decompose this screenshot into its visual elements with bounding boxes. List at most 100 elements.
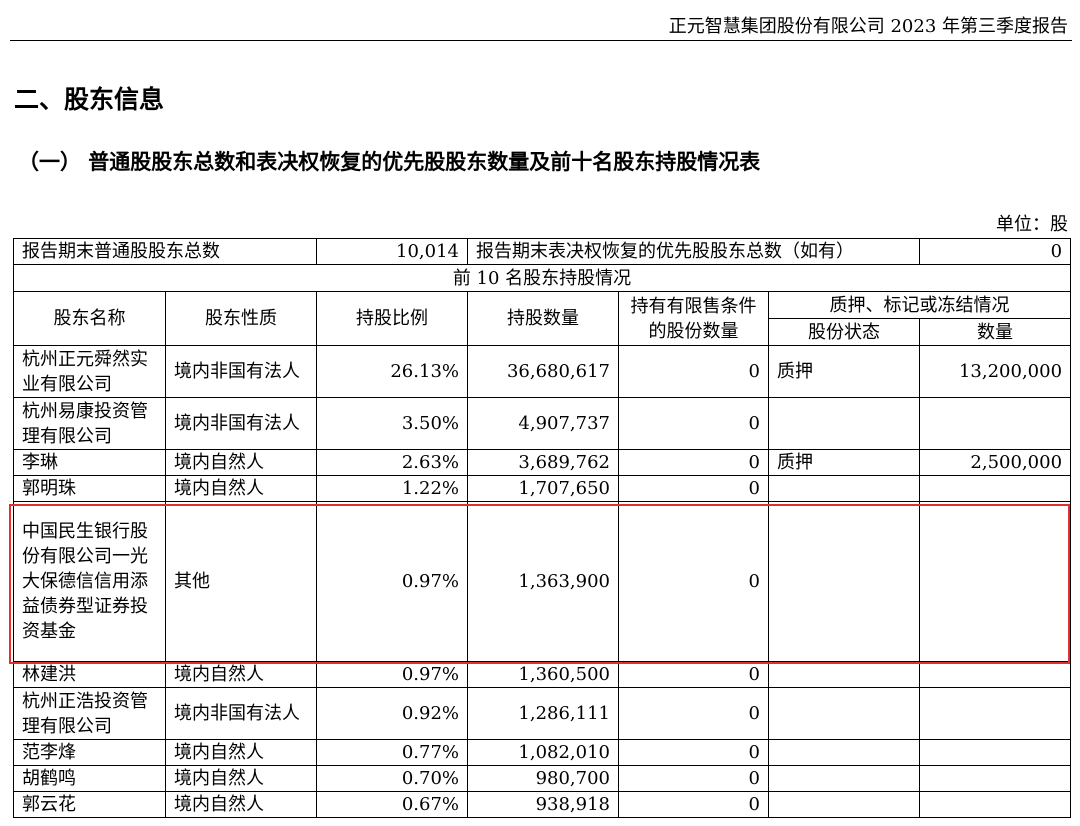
shareholder-nature: 境内自然人 — [165, 765, 317, 792]
holding-shares: 36,680,617 — [467, 345, 619, 398]
holding-shares: 1,363,900 — [467, 501, 619, 662]
shareholder-name: 郭云花 — [13, 791, 166, 818]
shareholder-nature: 其他 — [165, 501, 317, 662]
shareholder-name: 郭明珠 — [13, 475, 166, 502]
header-divider — [10, 40, 1072, 41]
restricted-shares: 0 — [618, 345, 769, 398]
holding-shares: 938,918 — [467, 791, 619, 818]
holding-ratio: 0.92% — [316, 687, 468, 740]
restricted-shares: 0 — [618, 765, 769, 792]
pledge-quantity — [919, 661, 1072, 688]
shareholder-nature: 境内自然人 — [165, 739, 317, 766]
table-row: 李琳 境内自然人 2.63% 3,689,762 0 质押 2,500,000 — [13, 449, 1072, 476]
holding-ratio: 0.97% — [316, 501, 468, 662]
pref-holders-label: 报告期末表决权恢复的优先股股东总数（如有） — [466, 238, 921, 265]
holding-ratio: 0.70% — [316, 765, 468, 792]
holding-shares: 980,700 — [467, 765, 619, 792]
table-row: 杭州正浩投资管理有限公司 境内非国有法人 0.92% 1,286,111 0 — [13, 687, 1072, 740]
shareholder-name: 中国民生银行股份有限公司一光大保德信信用添益债券型证券投资基金 — [13, 501, 166, 662]
pledge-status — [767, 475, 921, 502]
header-row-1: 股东名称 股东性质 持股比例 持股数量 持有有限售条件的股份数量 质押、标记或冻… — [13, 291, 1072, 346]
shareholder-name: 林建洪 — [13, 661, 166, 688]
holding-ratio: 2.63% — [316, 449, 468, 476]
report-header: 正元智慧集团股份有限公司 2023 年第三季度报告 — [668, 16, 1068, 37]
restricted-shares: 0 — [618, 739, 769, 766]
pref-holders-value: 0 — [919, 238, 1072, 265]
restricted-shares: 0 — [618, 397, 769, 450]
shareholder-nature: 境内自然人 — [165, 791, 317, 818]
pledge-status — [767, 739, 921, 766]
summary-row: 报告期末普通股股东总数 10,014 报告期末表决权恢复的优先股股东总数（如有）… — [13, 238, 1072, 265]
holding-shares: 4,907,737 — [467, 397, 619, 450]
shareholder-name: 杭州易康投资管理有限公司 — [13, 397, 166, 450]
pledge-quantity: 2,500,000 — [919, 449, 1072, 476]
table-row: 中国民生银行股份有限公司一光大保德信信用添益债券型证券投资基金 其他 0.97% 1,… — [13, 501, 1072, 662]
restricted-shares: 0 — [618, 661, 769, 688]
table-row: 郭明珠 境内自然人 1.22% 1,707,650 0 — [13, 475, 1072, 502]
shareholder-nature: 境内非国有法人 — [165, 687, 317, 740]
shareholder-name: 胡鹤鸣 — [13, 765, 166, 792]
top10-title-row: 前 10 名股东持股情况 — [12, 264, 1072, 292]
holding-shares: 1,707,650 — [467, 475, 619, 502]
restricted-shares: 0 — [618, 687, 769, 740]
col-header-shares: 持股数量 — [467, 291, 619, 346]
top10-title: 前 10 名股东持股情况 — [12, 264, 1072, 292]
holding-shares: 3,689,762 — [467, 449, 619, 476]
common-holders-value: 10,014 — [316, 238, 468, 265]
shareholder-nature: 境内自然人 — [165, 475, 317, 502]
holding-ratio: 3.50% — [316, 397, 468, 450]
pledge-status — [767, 791, 921, 818]
shareholder-name: 杭州正浩投资管理有限公司 — [13, 687, 166, 740]
pledge-status — [767, 397, 921, 450]
pledge-status — [767, 661, 921, 688]
shareholder-nature: 境内自然人 — [165, 661, 317, 688]
shareholder-name: 李琳 — [13, 449, 166, 476]
table-row: 杭州正元舜然实业有限公司 境内非国有法人 26.13% 36,680,617 0 质押 13… — [13, 345, 1072, 398]
pledge-quantity — [919, 791, 1072, 818]
holding-ratio: 0.97% — [316, 661, 468, 688]
unit-label: 单位：股 — [996, 214, 1068, 235]
holding-shares: 1,286,111 — [467, 687, 619, 740]
col-header-ratio: 持股比例 — [316, 291, 468, 346]
pledge-quantity — [919, 687, 1072, 740]
holding-ratio: 1.22% — [316, 475, 468, 502]
pledge-status — [767, 687, 921, 740]
shareholder-name: 范李烽 — [13, 739, 166, 766]
table-row: 杭州易康投资管理有限公司 境内非国有法人 3.50% 4,907,737 0 — [13, 397, 1072, 450]
holding-shares: 1,082,010 — [467, 739, 619, 766]
col-header-restricted: 持有有限售条件的股份数量 — [618, 291, 769, 346]
pledge-status — [767, 501, 921, 662]
col-header-pledge-status: 股份状态 — [767, 318, 921, 346]
col-header-name: 股东名称 — [13, 291, 166, 346]
shareholder-nature: 境内自然人 — [165, 449, 317, 476]
subsection-title: （一） 普通股股东总数和表决权恢复的优先股股东数量及前十名股东持股情况表 — [18, 149, 761, 174]
pledge-quantity — [919, 475, 1072, 502]
shareholder-name: 杭州正元舜然实业有限公司 — [13, 345, 166, 398]
pledge-status — [767, 765, 921, 792]
pledge-status: 质押 — [767, 449, 921, 476]
holding-ratio: 0.67% — [316, 791, 468, 818]
table-row: 范李烽 境内自然人 0.77% 1,082,010 0 — [13, 739, 1072, 766]
table-row: 林建洪 境内自然人 0.97% 1,360,500 0 — [13, 661, 1072, 688]
pledge-quantity — [919, 397, 1072, 450]
restricted-shares: 0 — [618, 791, 769, 818]
section-title: 二、股东信息 — [14, 85, 165, 114]
restricted-shares: 0 — [618, 501, 769, 662]
shareholder-nature: 境内非国有法人 — [165, 345, 317, 398]
restricted-shares: 0 — [618, 449, 769, 476]
col-header-pledge-qty: 数量 — [919, 318, 1072, 346]
pledge-quantity — [919, 501, 1072, 662]
pledge-status: 质押 — [767, 345, 921, 398]
holding-shares: 1,360,500 — [467, 661, 619, 688]
shareholder-nature: 境内非国有法人 — [165, 397, 317, 450]
common-holders-label: 报告期末普通股股东总数 — [13, 238, 317, 265]
holding-ratio: 0.77% — [316, 739, 468, 766]
holding-ratio: 26.13% — [316, 345, 468, 398]
pledge-quantity: 13,200,000 — [919, 345, 1072, 398]
shareholder-table: 报告期末普通股股东总数 10,014 报告期末表决权恢复的优先股股东总数（如有）… — [12, 238, 1072, 818]
restricted-shares: 0 — [618, 475, 769, 502]
col-header-pledge-group: 质押、标记或冻结情况 — [767, 291, 1072, 319]
table-row: 胡鹤鸣 境内自然人 0.70% 980,700 0 — [13, 765, 1072, 792]
pledge-quantity — [919, 765, 1072, 792]
col-header-nature: 股东性质 — [165, 291, 317, 346]
